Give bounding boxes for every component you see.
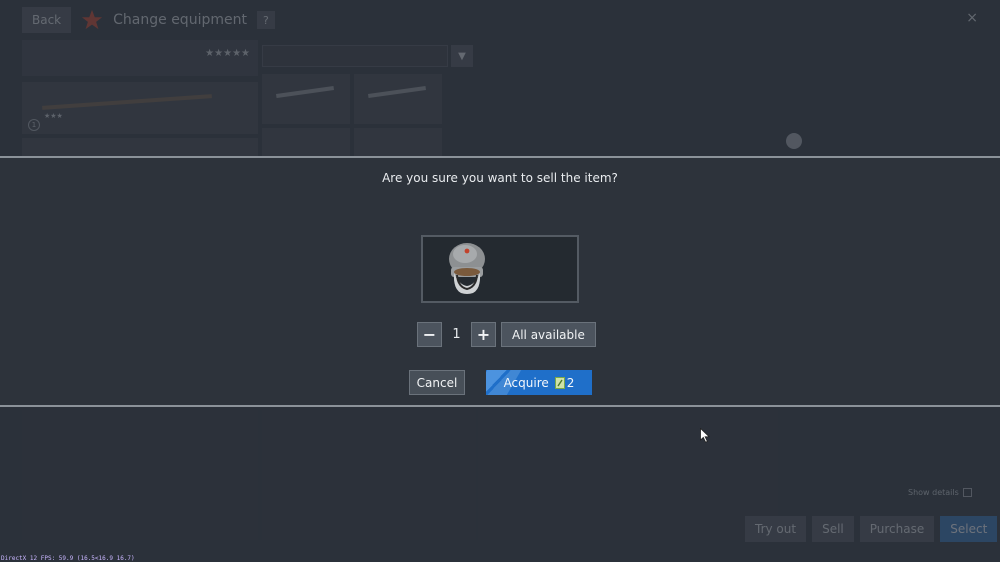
item-preview — [421, 235, 579, 303]
item-category-icon — [786, 133, 802, 149]
show-details-checkbox[interactable] — [962, 488, 972, 497]
select-button[interactable]: Select — [940, 516, 998, 542]
stat-row — [784, 434, 974, 447]
back-button[interactable]: Back — [22, 7, 72, 33]
ushanka-hat-icon — [449, 243, 485, 294]
help-button[interactable]: ? — [256, 11, 275, 29]
sell-button[interactable]: Sell — [812, 516, 854, 542]
soldier-card[interactable]: ★★★★★ — [22, 40, 258, 76]
preview-panel — [478, 410, 778, 540]
decrease-quantity-button[interactable]: − — [417, 322, 442, 347]
try-out-button[interactable]: Try out — [745, 516, 807, 542]
pistol-icon — [276, 85, 334, 99]
show-details-label: Show details — [908, 488, 959, 497]
pistol-icon — [368, 85, 426, 99]
sell-confirm-dialog: Are you sure you want to sell the item? … — [0, 156, 1000, 407]
acquire-label: Acquire — [503, 375, 549, 390]
filter-icon[interactable]: ▼ — [451, 45, 473, 67]
weapon-slot-1[interactable]: ★★★ 1 — [22, 82, 258, 134]
acquire-button[interactable]: Acquire 2 — [486, 370, 592, 395]
rifle-icon — [42, 94, 212, 110]
page-title: Change equipment — [113, 12, 247, 28]
grid-item[interactable] — [262, 74, 350, 124]
acquire-cost-value: 2 — [566, 375, 575, 390]
weapon-stars: ★★★ — [44, 112, 63, 120]
grid-item[interactable] — [354, 74, 442, 124]
item-stats — [784, 408, 974, 473]
weapon-slot-2[interactable] — [22, 138, 258, 158]
dialog-actions: Cancel Acquire 2 — [409, 370, 592, 395]
show-details-toggle[interactable]: Show details — [908, 488, 972, 497]
slot-number-badge: 1 — [28, 119, 40, 131]
soldier-list-panel — [22, 410, 258, 540]
red-star-icon — [82, 9, 103, 30]
fps-counter: DirectX 12 FPS: 59.9 (16.5<16.9 16.7) — [1, 555, 135, 562]
quantity-value: 1 — [452, 327, 461, 342]
quantity-stepper: − 1 + All available — [417, 322, 596, 347]
stat-row — [784, 460, 974, 473]
bottom-actions: Try out Sell Purchase Select — [745, 516, 998, 542]
grid-item[interactable] — [262, 128, 350, 158]
search-input[interactable] — [262, 45, 448, 67]
top-bar: Back Change equipment ? — [22, 7, 275, 33]
cancel-button[interactable]: Cancel — [409, 370, 465, 395]
purchase-button[interactable]: Purchase — [859, 516, 935, 542]
silver-coin-icon — [554, 376, 565, 389]
item-list-panel — [262, 410, 476, 540]
acquire-cost: 2 — [554, 375, 575, 390]
stat-row — [784, 408, 974, 421]
stat-row — [784, 421, 974, 434]
increase-quantity-button[interactable]: + — [471, 322, 496, 347]
soldier-rating: ★★★★★ — [205, 48, 250, 59]
dialog-question: Are you sure you want to sell the item? — [382, 171, 618, 185]
mouse-cursor-icon — [700, 428, 710, 443]
stat-row — [784, 447, 974, 460]
all-available-button[interactable]: All available — [501, 322, 596, 347]
close-icon[interactable]: × — [966, 10, 978, 26]
grid-item[interactable] — [354, 128, 442, 158]
